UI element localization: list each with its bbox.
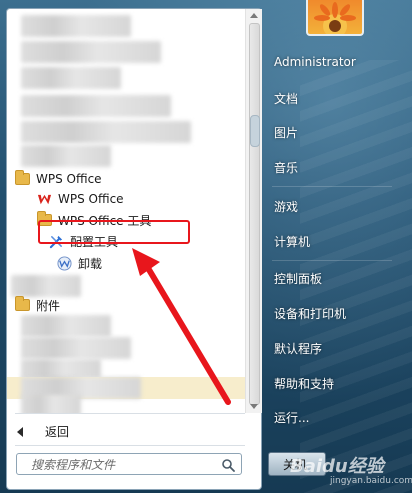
search-box[interactable] bbox=[16, 453, 242, 475]
pane-resize-handle[interactable] bbox=[250, 115, 260, 147]
tree-label: WPS Office bbox=[36, 172, 102, 186]
tree-label: 附件 bbox=[36, 298, 61, 313]
back-label: 返回 bbox=[45, 425, 70, 439]
user-name[interactable]: Administrator bbox=[274, 55, 356, 69]
scroll-down-arrow-icon[interactable] bbox=[250, 404, 258, 409]
uninstall-icon bbox=[57, 255, 72, 271]
menu-computer[interactable]: 计算机 bbox=[274, 233, 310, 250]
programs-pane: WPS Office WPS Office WPS Office 工具 配置工具 bbox=[6, 8, 262, 490]
user-avatar[interactable] bbox=[306, 0, 364, 36]
blurred-item bbox=[21, 95, 171, 117]
menu-music[interactable]: 音乐 bbox=[274, 159, 298, 176]
menu-documents[interactable]: 文档 bbox=[274, 90, 298, 107]
program-tree: WPS Office WPS Office WPS Office 工具 配置工具 bbox=[7, 9, 245, 413]
menu-games[interactable]: 游戏 bbox=[274, 198, 298, 215]
watermark-url: jingyan.baidu.com bbox=[330, 476, 412, 486]
folder-icon bbox=[15, 296, 30, 311]
blurred-item bbox=[21, 395, 81, 413]
back-arrow-icon bbox=[17, 426, 23, 437]
wps-logo-icon bbox=[37, 194, 52, 204]
scroll-up-arrow-icon[interactable] bbox=[250, 13, 258, 18]
menu-control-panel[interactable]: 控制面板 bbox=[274, 270, 322, 287]
folder-icon bbox=[15, 170, 30, 185]
blurred-item bbox=[21, 145, 111, 167]
blurred-item bbox=[21, 315, 111, 337]
tree-label: WPS Office bbox=[58, 192, 124, 206]
pane-separator bbox=[15, 445, 245, 446]
watermark-logo: Baidu经验 bbox=[290, 456, 384, 477]
scroll-thumb[interactable] bbox=[249, 23, 260, 405]
back-button[interactable]: 返回 bbox=[17, 423, 69, 440]
tree-item-wps-office[interactable]: WPS Office bbox=[37, 189, 124, 209]
right-separator bbox=[272, 260, 392, 261]
search-input[interactable] bbox=[29, 457, 223, 473]
blurred-item bbox=[21, 337, 131, 359]
blurred-item bbox=[21, 67, 121, 89]
right-separator bbox=[272, 186, 392, 187]
menu-run[interactable]: 运行... bbox=[274, 409, 309, 426]
program-tree-scrollbar[interactable] bbox=[245, 9, 262, 413]
blurred-item bbox=[21, 15, 131, 37]
menu-pictures[interactable]: 图片 bbox=[274, 124, 298, 141]
search-icon[interactable] bbox=[221, 458, 235, 472]
blurred-item bbox=[11, 275, 81, 297]
menu-default-programs[interactable]: 默认程序 bbox=[274, 340, 322, 357]
annotation-highlight-box bbox=[38, 220, 190, 244]
blurred-item bbox=[21, 41, 161, 63]
menu-help-support[interactable]: 帮助和支持 bbox=[274, 375, 334, 392]
tree-folder-accessories[interactable]: 附件 bbox=[15, 295, 60, 315]
tree-label: 卸载 bbox=[78, 256, 103, 271]
pane-separator bbox=[15, 413, 245, 414]
tree-folder-wps-office[interactable]: WPS Office bbox=[15, 169, 102, 189]
tree-item-uninstall[interactable]: 卸载 bbox=[57, 253, 102, 273]
menu-devices-printers[interactable]: 设备和打印机 bbox=[274, 305, 346, 322]
blurred-item bbox=[21, 121, 191, 143]
